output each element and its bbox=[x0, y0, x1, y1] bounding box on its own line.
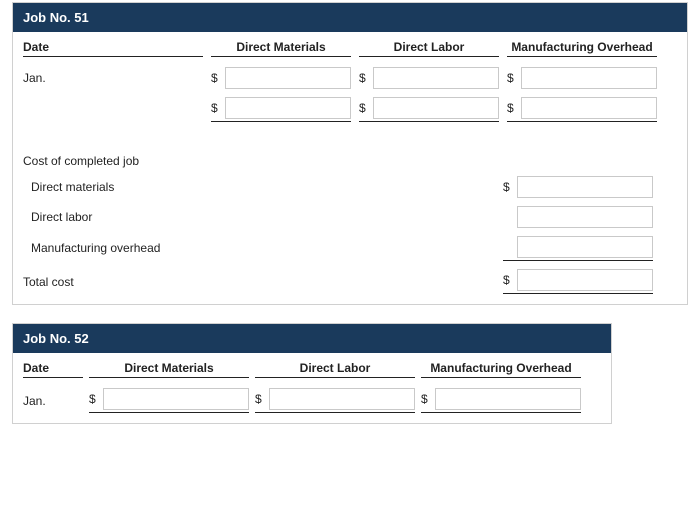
job51-row2-dm-input[interactable] bbox=[225, 97, 351, 119]
job51-dl-sumline bbox=[359, 121, 499, 122]
job51-row1-moh-input[interactable] bbox=[521, 67, 657, 89]
job51-date-label: Jan. bbox=[23, 71, 203, 85]
currency-symbol: $ bbox=[211, 101, 225, 115]
job52-moh-sumline bbox=[421, 412, 581, 413]
job51-completed-heading-row: Cost of completed job bbox=[13, 150, 687, 172]
job51-completed-dl-row: Direct labor bbox=[13, 202, 687, 232]
currency-symbol: $ bbox=[503, 273, 517, 287]
currency-symbol: $ bbox=[359, 101, 373, 115]
currency-symbol: $ bbox=[421, 392, 435, 406]
job52-dm-sumline bbox=[89, 412, 249, 413]
currency-symbol: $ bbox=[89, 392, 103, 406]
job51-completed-dm-label: Direct materials bbox=[23, 180, 503, 194]
job51-completed-dm-input[interactable] bbox=[517, 176, 653, 198]
job51-column-headers: Date Direct Materials Direct Labor Manuf… bbox=[13, 32, 687, 63]
job51-completed-moh-input[interactable] bbox=[517, 236, 653, 258]
job51-data-row-1: Jan. $ $ $ bbox=[13, 63, 687, 93]
job51-header-direct-materials: Direct Materials bbox=[211, 40, 351, 57]
job51-header-manufacturing-overhead: Manufacturing Overhead bbox=[507, 40, 657, 57]
job51-row2-moh-input[interactable] bbox=[521, 97, 657, 119]
job51-title: Job No. 51 bbox=[13, 3, 687, 32]
job51-header-direct-labor: Direct Labor bbox=[359, 40, 499, 57]
currency-symbol: $ bbox=[359, 71, 373, 85]
job51-completed-sumline bbox=[503, 260, 653, 261]
job51-moh-sumline bbox=[507, 121, 657, 122]
job51-completed-dm-row: Direct materials $ bbox=[13, 172, 687, 202]
job51-completed-total-input[interactable] bbox=[517, 269, 653, 291]
job52-header-direct-labor: Direct Labor bbox=[255, 361, 415, 378]
job51-total-sumline bbox=[503, 293, 653, 294]
currency-symbol: $ bbox=[255, 392, 269, 406]
job51-completed-total-label: Total cost bbox=[23, 275, 503, 289]
job52-column-headers: Date Direct Materials Direct Labor Manuf… bbox=[13, 353, 611, 384]
job51-row1-dl-input[interactable] bbox=[373, 67, 499, 89]
job51-completed-dl-input[interactable] bbox=[517, 206, 653, 228]
job51-row2-dl-input[interactable] bbox=[373, 97, 499, 119]
job52-header-manufacturing-overhead: Manufacturing Overhead bbox=[421, 361, 581, 378]
job51-data-row-2: $ $ $ bbox=[13, 93, 687, 126]
job52-dl-sumline bbox=[255, 412, 415, 413]
job51-completed-heading: Cost of completed job bbox=[23, 154, 139, 168]
job52-row1-moh-input[interactable] bbox=[435, 388, 581, 410]
job52-card: Job No. 52 Date Direct Materials Direct … bbox=[12, 323, 612, 424]
job51-completed-dl-label: Direct labor bbox=[23, 210, 503, 224]
job51-header-date: Date bbox=[23, 40, 203, 57]
currency-symbol: $ bbox=[503, 180, 517, 194]
job52-header-direct-materials: Direct Materials bbox=[89, 361, 249, 378]
currency-symbol: $ bbox=[507, 71, 521, 85]
job51-row1-dm-input[interactable] bbox=[225, 67, 351, 89]
job51-dm-sumline bbox=[211, 121, 351, 122]
job51-completed-moh-label: Manufacturing overhead bbox=[23, 241, 503, 255]
job52-title: Job No. 52 bbox=[13, 324, 611, 353]
job52-date-label: Jan. bbox=[23, 394, 83, 408]
currency-symbol: $ bbox=[507, 101, 521, 115]
job51-completed-moh-row: Manufacturing overhead bbox=[13, 232, 687, 265]
job52-header-date: Date bbox=[23, 361, 83, 378]
job51-card: Job No. 51 Date Direct Materials Direct … bbox=[12, 2, 688, 305]
job52-data-row-1: Jan. $ $ $ bbox=[13, 384, 611, 423]
job52-row1-dm-input[interactable] bbox=[103, 388, 249, 410]
job52-row1-dl-input[interactable] bbox=[269, 388, 415, 410]
job51-completed-total-row: Total cost $ bbox=[13, 265, 687, 304]
currency-symbol: $ bbox=[211, 71, 225, 85]
